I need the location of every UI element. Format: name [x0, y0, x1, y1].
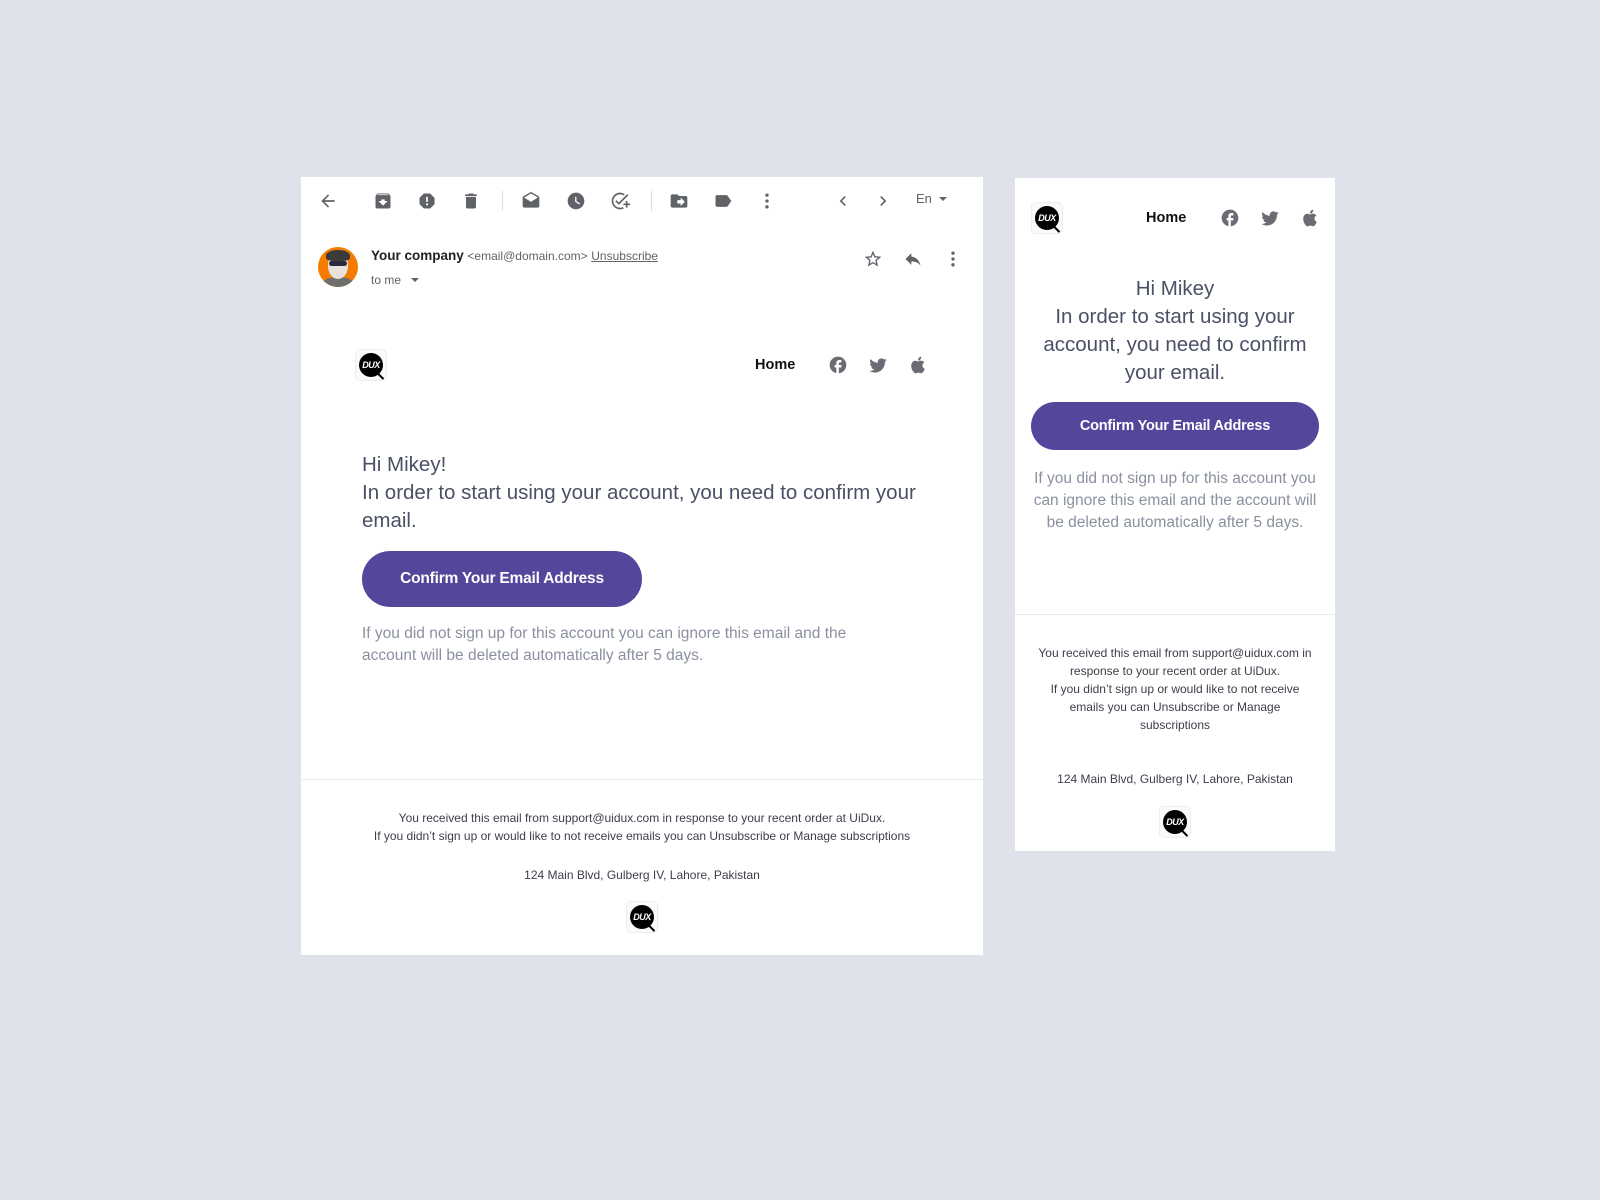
label-button[interactable]	[711, 189, 735, 213]
sender-email: <email@domain.com>	[467, 249, 588, 263]
archive-icon	[375, 193, 391, 209]
footer-address: 124 Main Blvd, Gulberg IV, Lahore, Pakis…	[1057, 772, 1293, 786]
brand-logo[interactable]: DUX	[355, 349, 387, 381]
ignore-notice: If you did not sign up for this account …	[1033, 470, 1317, 531]
footer-received-text: You received this email from support@uid…	[1038, 646, 1312, 678]
mark-unread-button[interactable]	[519, 189, 543, 213]
logo-text: DUX	[1038, 213, 1056, 223]
email-toolbar: En	[301, 177, 983, 225]
move-to-folder-icon	[670, 194, 688, 208]
nav-home-link[interactable]: Home	[1146, 210, 1186, 226]
apple-link[interactable]	[906, 353, 930, 377]
more-button[interactable]	[755, 189, 779, 213]
footer-logo[interactable]: DUX	[626, 901, 658, 933]
recipient-details-toggle[interactable]: to me	[371, 273, 420, 287]
chevron-left-icon	[839, 196, 846, 206]
more-vertical-icon	[765, 193, 769, 209]
facebook-icon	[1221, 209, 1239, 227]
apple-link[interactable]	[1298, 206, 1322, 230]
logo-text: DUX	[1166, 817, 1184, 827]
greeting-message: In order to start using your account, yo…	[1043, 305, 1307, 384]
sender-line: Your company <email@domain.com> Unsubscr…	[371, 248, 658, 263]
trash-icon	[465, 193, 477, 209]
facebook-link[interactable]	[826, 353, 850, 377]
add-task-button[interactable]	[608, 189, 632, 213]
add-task-icon	[611, 192, 630, 210]
ignore-notice: If you did not sign up for this account …	[362, 625, 847, 664]
report-spam-button[interactable]	[415, 189, 439, 213]
language-label: En	[916, 191, 932, 206]
toolbar-divider	[651, 191, 652, 211]
star-button[interactable]	[861, 247, 885, 271]
logo-text: DUX	[633, 912, 651, 922]
twitter-link[interactable]	[1258, 206, 1282, 230]
report-spam-icon	[419, 193, 435, 209]
greeting-block: Hi Mikey In order to start using your ac…	[1027, 275, 1323, 387]
caret-down-icon	[938, 196, 947, 201]
twitter-link[interactable]	[866, 353, 890, 377]
sender-name: Your company	[371, 248, 464, 263]
back-button[interactable]	[316, 189, 340, 213]
footer-unsubscribe-text: If you didn’t sign up or would like to n…	[373, 829, 911, 843]
recipient-label: to me	[371, 273, 402, 287]
snooze-button[interactable]	[564, 189, 588, 213]
label-icon	[715, 195, 732, 207]
footer-divider	[1015, 614, 1335, 615]
unsubscribe-link[interactable]: Unsubscribe	[591, 249, 658, 263]
move-to-button[interactable]	[667, 189, 691, 213]
greeting-salutation: Hi Mikey!	[362, 453, 447, 476]
more-vertical-icon	[951, 251, 955, 267]
caret-down-icon	[411, 278, 420, 282]
reply-icon	[905, 253, 921, 266]
previous-email-button[interactable]	[831, 189, 855, 213]
delete-button[interactable]	[459, 189, 483, 213]
logo-text: DUX	[362, 360, 380, 370]
arrow-back-icon	[321, 194, 335, 208]
facebook-link[interactable]	[1218, 206, 1242, 230]
footer-logo[interactable]: DUX	[1159, 806, 1191, 838]
footer-received-text: You received this email from support@uid…	[398, 811, 886, 825]
chevron-right-icon	[880, 196, 887, 206]
confirm-email-button[interactable]: Confirm Your Email Address	[362, 551, 642, 607]
twitter-icon	[869, 358, 887, 373]
confirm-email-button[interactable]: Confirm Your Email Address	[1031, 402, 1319, 450]
greeting-message: In order to start using your account, yo…	[362, 481, 916, 532]
mark-unread-icon	[522, 191, 540, 208]
apple-icon	[1303, 209, 1317, 227]
clock-icon	[567, 192, 585, 210]
mobile-email-view: DUX Home Hi Mikey In order to start usin…	[1015, 178, 1335, 851]
language-selector[interactable]: En	[916, 191, 947, 206]
next-email-button[interactable]	[871, 189, 895, 213]
footer-info: You received this email from support@uid…	[321, 809, 963, 845]
nav-home-link[interactable]: Home	[755, 357, 795, 373]
footer-divider	[301, 779, 983, 780]
footer-info: You received this email from support@uid…	[1035, 644, 1315, 734]
archive-button[interactable]	[371, 189, 395, 213]
star-outline-icon	[864, 250, 882, 267]
greeting-block: Hi Mikey! In order to start using your a…	[362, 451, 922, 535]
footer-address: 124 Main Blvd, Gulberg IV, Lahore, Pakis…	[524, 868, 760, 882]
facebook-icon	[829, 356, 847, 374]
apple-icon	[911, 356, 925, 374]
toolbar-divider	[502, 191, 503, 211]
twitter-icon	[1261, 211, 1279, 226]
footer-unsubscribe-text: If you didn’t sign up or would like to n…	[1050, 682, 1300, 732]
reply-button[interactable]	[901, 247, 925, 271]
desktop-email-view: En Your company <email@domain.com> Unsub…	[301, 177, 983, 955]
greeting-salutation: Hi Mikey	[1135, 277, 1215, 300]
sender-avatar[interactable]	[318, 247, 358, 287]
message-more-button[interactable]	[941, 247, 965, 271]
brand-logo[interactable]: DUX	[1031, 202, 1063, 234]
